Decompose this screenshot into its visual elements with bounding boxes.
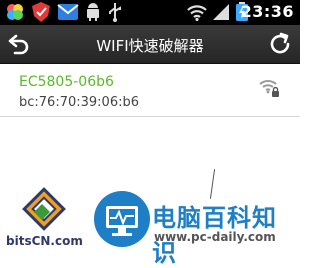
shield-app-icon [32,2,50,22]
pc-daily-logo-icon [94,191,150,247]
bitscn-logo-icon [22,187,66,231]
colorful-app-icon [7,4,23,20]
status-bar: 23:36 [0,0,300,25]
android-icon [87,3,99,21]
page-title: WIFI快速破解器 [96,37,204,55]
wifi-icon [187,5,207,21]
signal-icon [213,4,229,20]
usb-icon [109,3,121,22]
watermark-left-text: bitsCN.com [6,234,83,248]
watermark-right-url: www.pc-daily.com [154,230,276,244]
refresh-icon[interactable] [266,30,294,58]
mail-icon [57,4,79,20]
clock: 23:36 [240,2,294,21]
network-list-item[interactable]: EC5805-06b6 bc:76:70:39:06:b6 [0,64,300,117]
title-bar: WIFI快速破解器 [0,25,300,64]
wifi-lock-icon [259,80,279,97]
network-ssid: EC5805-06b6 [19,74,114,90]
network-mac: bc:76:70:39:06:b6 [19,95,139,110]
divider-stroke [209,169,216,199]
